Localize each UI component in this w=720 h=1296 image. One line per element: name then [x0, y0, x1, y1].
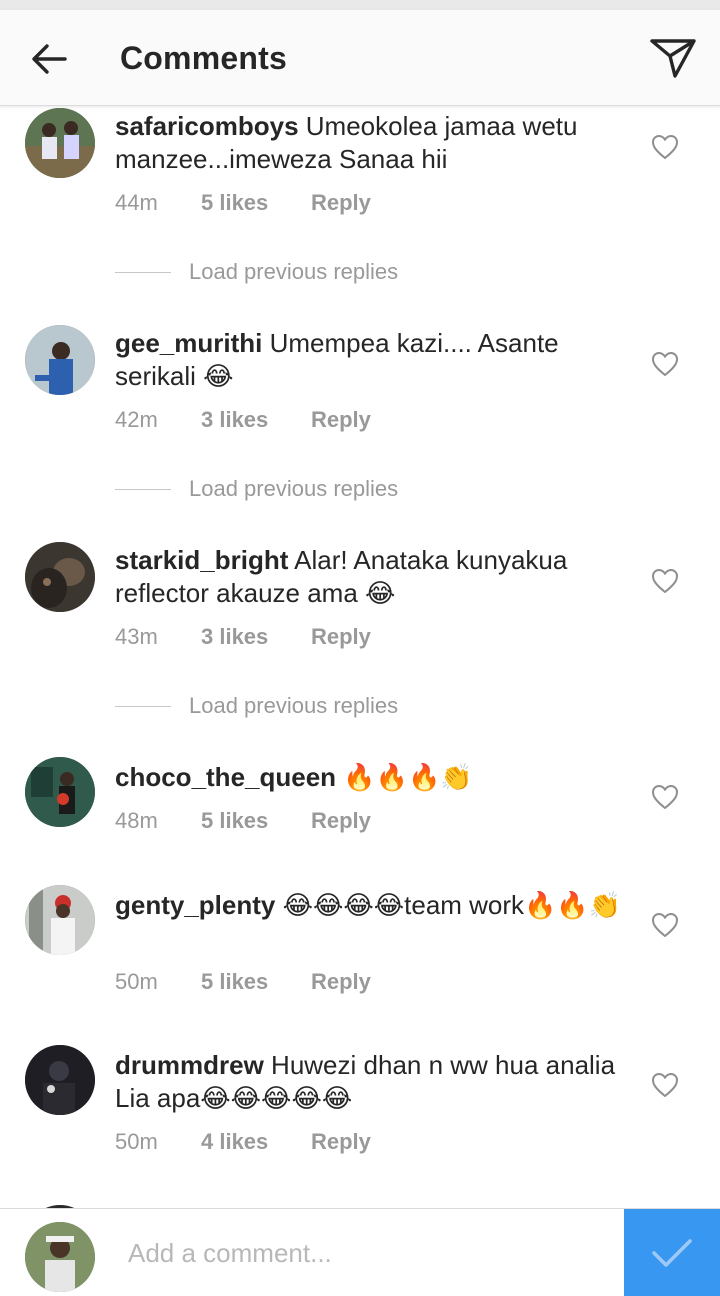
top-bar: Comments [0, 10, 720, 106]
comment-meta: 50m 4 likes Reply [115, 1129, 371, 1155]
reply-button[interactable]: Reply [311, 808, 371, 834]
comment-likes[interactable]: 4 likes [201, 1129, 311, 1155]
comment-meta: 44m 5 likes Reply [115, 190, 371, 216]
avatar[interactable] [25, 885, 95, 955]
paper-plane-icon [650, 39, 696, 78]
reply-button[interactable]: Reply [311, 1129, 371, 1155]
comment-text: starkid_bright Alar! Anataka kunyakua re… [115, 544, 630, 610]
comment-username[interactable]: starkid_bright [115, 545, 288, 575]
comment-meta: 48m 5 likes Reply [115, 808, 371, 834]
comment-time: 48m [115, 808, 158, 833]
back-button[interactable] [22, 36, 76, 82]
heart-icon[interactable] [651, 351, 679, 377]
heart-icon[interactable] [651, 1072, 679, 1098]
avatar[interactable] [25, 108, 95, 178]
avatar[interactable] [25, 325, 95, 395]
checkmark-icon [652, 1238, 692, 1267]
comment-username[interactable]: drummdrew [115, 1050, 264, 1080]
post-comment-button[interactable] [624, 1209, 720, 1296]
comment-body: 🔥🔥🔥👏 [343, 762, 473, 792]
comment-time: 44m [115, 190, 158, 215]
comment-username[interactable]: genty_plenty [115, 890, 275, 920]
avatar[interactable] [25, 757, 95, 827]
reply-button[interactable]: Reply [311, 407, 371, 433]
divider [115, 488, 171, 490]
comment-meta: 43m 3 likes Reply [115, 624, 371, 650]
load-previous-replies[interactable]: Load previous replies [115, 689, 515, 723]
comment-text: gee_murithi Umempea kazi.... Asante seri… [115, 327, 630, 393]
comment-username[interactable]: gee_murithi [115, 328, 262, 358]
comment-body: 😂😂😂😂team work🔥🔥👏 [282, 890, 622, 920]
reply-button[interactable]: Reply [311, 624, 371, 650]
page-title: Comments [120, 40, 287, 76]
comment-meta: 50m 5 likes Reply [115, 969, 371, 995]
status-bar [0, 0, 720, 10]
share-button[interactable] [644, 32, 702, 84]
reply-button[interactable]: Reply [311, 969, 371, 995]
load-previous-label: Load previous replies [189, 476, 399, 501]
avatar [25, 1222, 95, 1292]
avatar[interactable] [25, 542, 95, 612]
comment-time: 50m [115, 1129, 158, 1154]
comment-time: 50m [115, 969, 158, 994]
heart-icon[interactable] [651, 784, 679, 810]
comment-username[interactable]: safaricomboys [115, 111, 299, 141]
comment-likes[interactable]: 3 likes [201, 407, 311, 433]
avatar[interactable] [25, 1045, 95, 1115]
load-previous-label: Load previous replies [189, 259, 399, 284]
comment-likes[interactable]: 5 likes [201, 190, 311, 216]
comment-likes[interactable]: 5 likes [201, 969, 311, 995]
divider [115, 705, 171, 707]
heart-icon[interactable] [651, 912, 679, 938]
comment-text: choco_the_queen 🔥🔥🔥👏 [115, 761, 630, 794]
arrow-left-icon [32, 44, 67, 74]
comment-meta: 42m 3 likes Reply [115, 407, 371, 433]
comment-text: drummdrew Huwezi dhan n ww hua analia Li… [115, 1049, 630, 1115]
comment-likes[interactable]: 3 likes [201, 624, 311, 650]
comments-list[interactable]: safaricomboys Umeokolea jamaa wetu manze… [0, 106, 720, 1208]
load-previous-label: Load previous replies [189, 693, 399, 718]
comment-likes[interactable]: 5 likes [201, 808, 311, 834]
comment-time: 43m [115, 624, 158, 649]
comment-text: safaricomboys Umeokolea jamaa wetu manze… [115, 110, 630, 176]
comment-username[interactable]: choco_the_queen [115, 762, 336, 792]
heart-icon[interactable] [651, 134, 679, 160]
comment-input[interactable] [128, 1231, 598, 1275]
comment-time: 42m [115, 407, 158, 432]
heart-icon[interactable] [651, 568, 679, 594]
divider [115, 271, 171, 273]
reply-button[interactable]: Reply [311, 190, 371, 216]
comment-text: genty_plenty 😂😂😂😂team work🔥🔥👏 [115, 889, 630, 922]
comment-composer [0, 1208, 720, 1296]
load-previous-replies[interactable]: Load previous replies [115, 255, 515, 289]
load-previous-replies[interactable]: Load previous replies [115, 472, 515, 506]
